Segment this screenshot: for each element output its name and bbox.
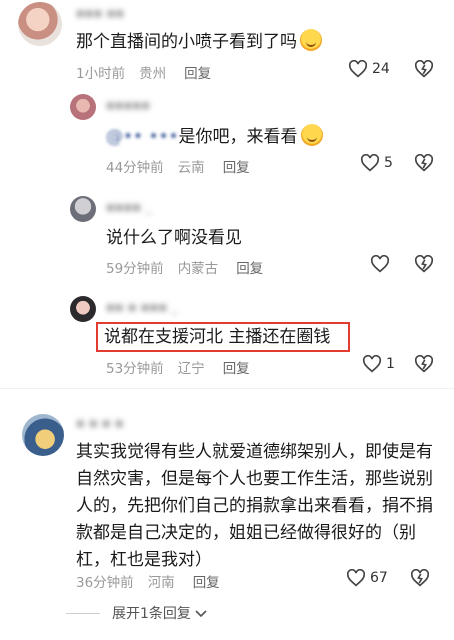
like-count: 67 (370, 570, 388, 586)
avatar[interactable] (18, 2, 62, 46)
location: 云南 (177, 160, 205, 176)
username-blurred[interactable]: ▪ ▪ ▪ ▪ (76, 416, 124, 431)
heart-icon (360, 154, 380, 172)
mention-link[interactable]: @•• ••• (106, 127, 179, 147)
dislike-icon (414, 154, 434, 172)
reply-button[interactable]: 回复 (223, 361, 250, 377)
avatar[interactable] (22, 414, 64, 456)
comment-text: 其实我觉得有些人就爱道德绑架别人，即使是有 自然灾害，但是每个人也要工作生活，那… (76, 442, 433, 570)
comment-meta: 44分钟前 云南 回复 (106, 156, 264, 176)
thinking-emoji-icon (300, 29, 322, 51)
username-blurred[interactable]: ▪▪▪▪▪ (106, 98, 150, 113)
avatar[interactable] (70, 296, 96, 322)
username-blurred[interactable]: ▪▪ ▪ ▪▪▪ _ (106, 300, 178, 315)
like-count: 24 (372, 61, 390, 77)
like-button[interactable]: 24 (348, 60, 390, 78)
comment-meta: 36分钟前 河南 回复 (76, 571, 234, 591)
comment-text: 说都在支援河北 主播还在圈钱 (104, 327, 331, 347)
dislike-button[interactable] (414, 355, 434, 377)
username-blurred[interactable]: ▪▪▪▪ _ (106, 200, 152, 215)
dislike-icon (410, 569, 430, 587)
location: 贵州 (139, 66, 167, 82)
reply-button[interactable]: 回复 (223, 160, 250, 176)
dislike-icon (414, 255, 434, 273)
comment-meta: 59分钟前 内蒙古 回复 (106, 257, 277, 277)
timestamp: 53分钟前 (106, 361, 164, 377)
timestamp: 36分钟前 (76, 575, 134, 591)
dislike-button[interactable] (414, 255, 434, 277)
expand-line (66, 612, 100, 614)
comment-text: 说什么了啊没看见 (106, 228, 242, 248)
location: 辽宁 (177, 361, 205, 377)
comment-text: 那个直播间的小喷子看到了吗 (76, 29, 322, 54)
heart-icon (362, 355, 382, 373)
comment-text: @•• •••是你吧，来看看 (106, 124, 323, 149)
like-button[interactable] (370, 255, 390, 273)
heart-icon (370, 255, 390, 273)
like-button[interactable]: 5 (360, 154, 393, 172)
emoji-icon (300, 124, 323, 146)
timestamp: 59分钟前 (106, 261, 164, 277)
like-count: 5 (384, 155, 393, 171)
reply-button[interactable]: 回复 (193, 575, 220, 591)
like-button[interactable]: 1 (362, 355, 395, 373)
dislike-button[interactable] (414, 154, 434, 176)
like-count: 1 (386, 356, 395, 372)
avatar[interactable] (70, 94, 96, 120)
timestamp: 1小时前 (76, 66, 126, 82)
avatar[interactable] (70, 196, 96, 222)
username-blurred[interactable]: ▪▪▪ ▪▪ (76, 6, 124, 21)
heart-icon (346, 569, 366, 587)
reply-button[interactable]: 回复 (184, 66, 211, 82)
like-button[interactable]: 67 (346, 569, 388, 587)
location: 内蒙古 (177, 261, 219, 277)
reply-button[interactable]: 回复 (236, 261, 263, 277)
timestamp: 44分钟前 (106, 160, 164, 176)
expand-replies-button[interactable]: 展开1条回复 (66, 603, 207, 623)
dislike-icon (414, 60, 434, 78)
dislike-button[interactable] (410, 569, 430, 591)
chevron-down-icon (195, 610, 207, 618)
dislike-icon (414, 355, 434, 373)
comment-meta: 1小时前 贵州 回复 (76, 62, 225, 82)
divider (0, 388, 454, 389)
dislike-button[interactable] (414, 60, 434, 82)
heart-icon (348, 60, 368, 78)
comment-meta: 53分钟前 辽宁 回复 (106, 357, 264, 377)
location: 河南 (147, 575, 175, 591)
